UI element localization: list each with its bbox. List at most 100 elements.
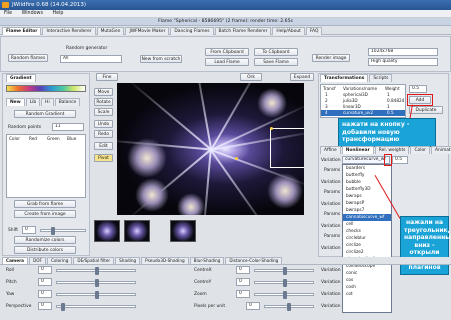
tab-camera[interactable]: Camera — [2, 257, 28, 264]
tab-pseudo3d-shading[interactable]: Pseudo3D-Shading — [141, 257, 189, 264]
weight-input[interactable]: 0.5 — [409, 85, 427, 93]
save-flame-button[interactable]: Save Flame — [254, 58, 298, 66]
variation-amount-input[interactable]: 0.5 — [392, 156, 408, 164]
perspective-slider[interactable] — [56, 303, 136, 311]
tab-transformations[interactable]: Transformations — [320, 74, 369, 82]
flame-thumbnail[interactable] — [94, 220, 120, 242]
tab-gradient[interactable]: Gradient — [6, 74, 36, 82]
variation-dropdown-list[interactable]: boarders butterfly bubble butterfly3D bw… — [342, 164, 392, 313]
resolution-select[interactable]: 1024x768 — [368, 48, 438, 56]
pitch-input[interactable]: 0 — [38, 278, 52, 286]
centre-x-slider[interactable] — [254, 267, 314, 275]
tab-flame-editor[interactable]: Flame Editor — [2, 27, 42, 35]
subtab-lib[interactable]: Lib — [25, 98, 41, 106]
tab-blur-shading[interactable]: Blur-Shading — [189, 257, 225, 264]
tab-de-spatial-filter[interactable]: DE/Spatial filter — [73, 257, 115, 264]
list-item[interactable]: conic — [343, 270, 391, 277]
yaw-input[interactable]: 0 — [38, 290, 52, 298]
ork-button[interactable]: Ork — [240, 73, 262, 81]
slider-knob[interactable] — [61, 303, 65, 311]
slider-knob[interactable] — [283, 279, 287, 287]
transform-triangle[interactable] — [270, 128, 304, 168]
tab-affine[interactable]: Affine — [320, 146, 341, 154]
list-item[interactable]: bwrapsP — [343, 200, 391, 207]
flame-thumbnail[interactable] — [124, 220, 150, 242]
tab-faq[interactable]: FAQ — [305, 27, 323, 35]
menu-file[interactable]: File — [4, 11, 12, 16]
pixels-per-unit-input[interactable]: 0 — [246, 302, 260, 310]
triangle-handle[interactable] — [270, 127, 273, 130]
list-item-selected[interactable]: cannabiscurve_wf — [343, 214, 391, 221]
scale-button[interactable]: Scale — [94, 108, 113, 116]
tab-distance-color-shading[interactable]: Distance-Color-Shading — [225, 257, 283, 264]
zoom-input[interactable]: 0 — [236, 290, 250, 298]
move-button[interactable]: Move — [94, 88, 113, 96]
centre-y-slider[interactable] — [254, 279, 314, 287]
pitch-slider[interactable] — [56, 279, 136, 287]
to-clipboard-button[interactable]: To Clipboard — [254, 48, 298, 56]
load-flame-button[interactable]: Load Flame — [205, 58, 249, 66]
slider-knob[interactable] — [95, 279, 99, 287]
render-image-button[interactable]: Render image — [312, 54, 350, 62]
redo-button[interactable]: Redo — [94, 130, 113, 138]
tab-mutagen[interactable]: MutaGen — [96, 27, 125, 35]
list-item[interactable]: checks — [343, 228, 391, 235]
shift-input[interactable]: 0 — [22, 226, 36, 234]
create-from-image-button[interactable]: Create from image — [14, 210, 76, 218]
tab-rel-weights[interactable]: Rel. weights — [374, 146, 410, 154]
expand-button[interactable]: Expand — [290, 73, 314, 81]
list-item[interactable]: bwraps7 — [343, 207, 391, 214]
pivot-button[interactable]: Pivot — [94, 154, 113, 162]
roll-input[interactable]: 0 — [38, 266, 52, 274]
rotate-button[interactable]: Rotate — [94, 98, 113, 106]
subtab-new[interactable]: New — [6, 98, 25, 106]
variation-select[interactable]: curvaturecurve_wf — [342, 156, 390, 164]
shift-slider[interactable] — [40, 227, 86, 235]
random-gradient-button[interactable]: Random Gradient — [14, 110, 76, 118]
random-flames-button[interactable]: Random flames — [8, 54, 48, 62]
subtab-hi[interactable]: Hi — [41, 98, 54, 106]
new-from-scratch-button[interactable]: New from scratch — [140, 55, 182, 63]
undo-button[interactable]: Undo — [94, 120, 113, 128]
duplicate-transform-button[interactable]: Duplicate — [409, 106, 443, 114]
tab-shading[interactable]: Shading — [115, 257, 141, 264]
pixels-per-unit-slider[interactable] — [264, 303, 314, 311]
tab-movie-maker[interactable]: JWFMovie Maker — [125, 27, 170, 35]
quality-select[interactable]: High quality — [368, 58, 438, 66]
list-item[interactable]: circlize — [343, 242, 391, 249]
tab-batch-renderer[interactable]: Batch Flame Renderer — [214, 27, 272, 35]
subtab-balance[interactable]: Balance — [54, 98, 81, 106]
list-item[interactable]: cell — [343, 221, 391, 228]
randomize-colors-button[interactable]: Randomize colors — [14, 236, 76, 244]
centre-y-input[interactable]: 0 — [236, 278, 250, 286]
slider-knob[interactable] — [95, 267, 99, 275]
distribute-colors-button[interactable]: Distribute colors — [14, 246, 76, 254]
list-item[interactable]: circlize2 — [343, 249, 391, 256]
random-generator-select[interactable]: All — [60, 55, 122, 63]
list-item[interactable]: boarders — [343, 165, 391, 172]
zoom-slider[interactable] — [254, 291, 314, 299]
perspective-input[interactable]: 0 — [38, 302, 52, 310]
tab-help-about[interactable]: Help/About — [272, 27, 305, 35]
list-item[interactable]: cosh — [343, 284, 391, 291]
slider-knob[interactable] — [95, 291, 99, 299]
triangle-handle[interactable] — [235, 157, 238, 160]
list-item[interactable]: cot — [343, 291, 391, 298]
table-row-selected[interactable]: 4 curvature_uv2 0.5 — [321, 110, 405, 116]
tab-interactive-renderer[interactable]: Interactive Renderer — [42, 27, 96, 35]
list-item[interactable]: bubble — [343, 179, 391, 186]
grab-from-flame-button[interactable]: Grab from flame — [14, 200, 76, 208]
roll-slider[interactable] — [56, 267, 136, 275]
flame-preview[interactable] — [117, 83, 304, 215]
tab-dof[interactable]: DOF — [29, 257, 46, 264]
slider-knob[interactable] — [287, 303, 291, 311]
random-points-input[interactable]: 11 — [52, 123, 84, 131]
tab-dancing-flames[interactable]: Dancing Flames — [170, 27, 214, 35]
flame-thumbnail[interactable] — [170, 220, 196, 242]
tab-scripts[interactable]: Scripts — [369, 74, 393, 82]
menu-help[interactable]: Help — [53, 11, 64, 16]
list-item[interactable]: cos — [343, 277, 391, 284]
tab-coloring[interactable]: Coloring — [46, 257, 73, 264]
list-item[interactable]: butterfly — [343, 172, 391, 179]
tab-nonlinear[interactable]: Nonlinear — [341, 146, 374, 154]
